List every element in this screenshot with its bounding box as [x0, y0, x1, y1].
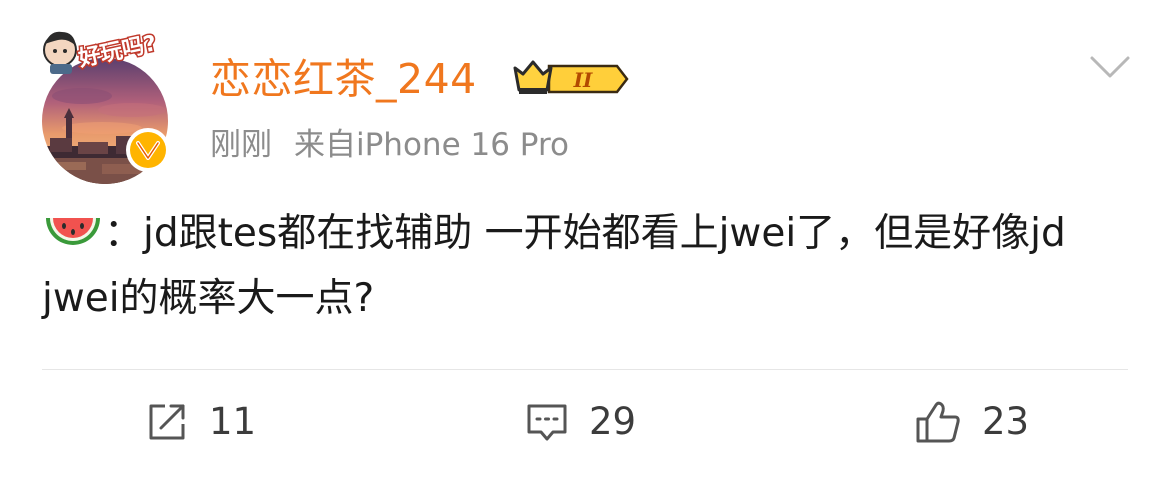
- comment-count: 29: [589, 400, 637, 443]
- post-content-text: ：jd跟tes都在找辅助 一开始都看上jwei了，但是好像jd jwei的概率大…: [42, 211, 1066, 321]
- verified-v-icon: [130, 132, 166, 168]
- post-source: 来自iPhone 16 Pro: [294, 127, 569, 163]
- comment-icon: [525, 400, 569, 444]
- weibo-post-card: 好玩吗? 恋恋红茶_244 II 刚刚 来自iPhone 16 Pro ：jd跟…: [0, 0, 1170, 478]
- watermelon-emoji-icon: [42, 207, 104, 249]
- verified-badge: [126, 128, 170, 172]
- avatar[interactable]: 好玩吗?: [38, 20, 178, 184]
- post-content: ：jd跟tes都在找辅助 一开始都看上jwei了，但是好像jd jwei的概率大…: [42, 201, 1138, 331]
- repost-icon: [145, 400, 189, 444]
- avatar-sticker: 好玩吗?: [38, 20, 168, 76]
- comment-button[interactable]: 29: [525, 397, 636, 447]
- member-level-text: II: [573, 68, 593, 92]
- svg-text:好玩吗?: 好玩吗?: [75, 30, 158, 72]
- username[interactable]: 恋恋红茶_244: [210, 53, 477, 105]
- repost-button[interactable]: 11: [145, 397, 256, 447]
- post-meta: 刚刚 来自iPhone 16 Pro: [210, 124, 569, 166]
- post-time: 刚刚: [210, 127, 272, 163]
- chevron-down-icon[interactable]: [1088, 52, 1132, 82]
- like-count: 23: [982, 400, 1030, 443]
- repost-count: 11: [209, 400, 257, 443]
- thumbs-up-icon: [914, 399, 962, 445]
- like-button[interactable]: 23: [914, 397, 1029, 447]
- member-level-badge[interactable]: II: [513, 58, 631, 100]
- divider: [42, 369, 1128, 370]
